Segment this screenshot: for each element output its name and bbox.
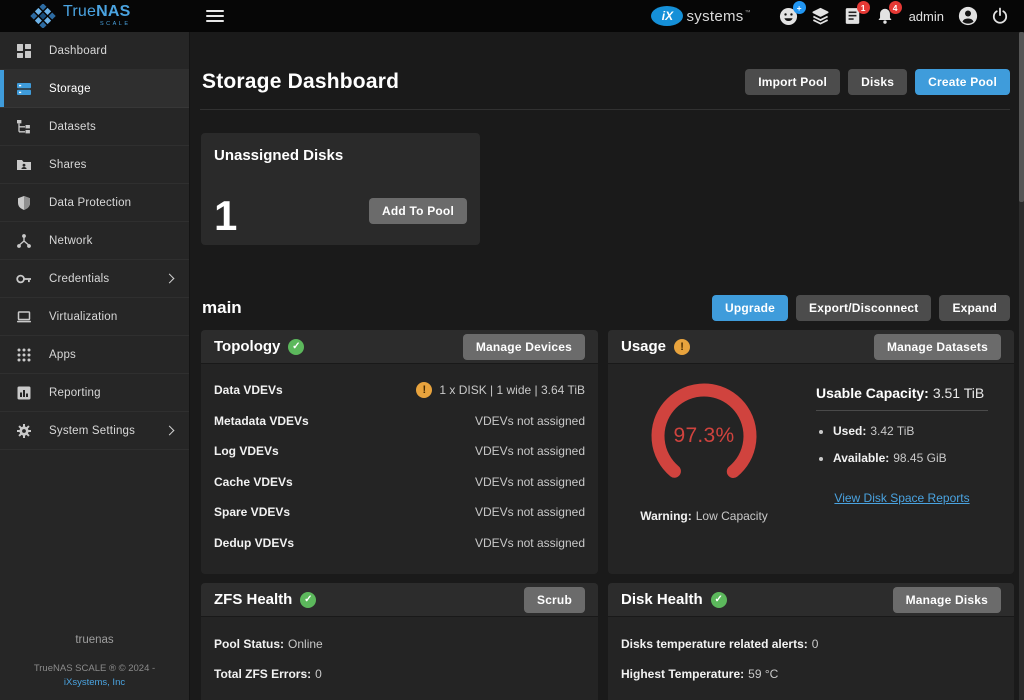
sidebar-item-reporting[interactable]: Reporting xyxy=(0,374,189,412)
topology-row-dedup-vdevs: Dedup VDEVsVDEVs not assigned xyxy=(201,528,598,559)
sidebar-item-dashboard[interactable]: Dashboard xyxy=(0,32,189,70)
topology-row-log-vdevs: Log VDEVsVDEVs not assigned xyxy=(201,436,598,467)
warning-circle-icon: ! xyxy=(674,339,690,355)
key-icon xyxy=(15,270,32,287)
truenas-logo-mark-icon xyxy=(30,4,56,28)
check-circle-icon: ✓ xyxy=(288,339,304,355)
sidebar-item-apps[interactable]: Apps xyxy=(0,336,189,374)
topology-row-metadata-vdevs: Metadata VDEVsVDEVs not assigned xyxy=(201,406,598,437)
sidebar-item-virtualization[interactable]: Virtualization xyxy=(0,298,189,336)
jobs-document-icon[interactable]: 1 xyxy=(843,6,863,26)
ix-logo-mark: iX xyxy=(651,6,683,26)
user-avatar-icon[interactable] xyxy=(958,6,978,26)
manage-disks-button[interactable]: Manage Disks xyxy=(893,587,1001,613)
used-capacity: Used:3.42 TiB xyxy=(833,424,988,438)
disk-health-title: Disk Health ✓ xyxy=(621,591,727,608)
chevron-right-icon xyxy=(165,426,175,436)
network-icon xyxy=(15,232,32,249)
scrub-button[interactable]: Scrub xyxy=(524,587,585,613)
temperature-alerts-row: Disks temperature related alerts:0 xyxy=(608,629,1014,659)
capacity-percent: 97.3% xyxy=(645,377,763,495)
datasets-icon xyxy=(15,118,32,135)
create-pool-button[interactable]: Create Pool xyxy=(915,69,1010,95)
capacity-gauge: 97.3% xyxy=(645,377,763,495)
check-circle-icon: ✓ xyxy=(300,592,316,608)
dashboard-icon xyxy=(15,42,32,59)
usage-card: Usage ! Manage Datasets 97.3% Warning:Lo… xyxy=(608,330,1014,574)
topology-row-spare-vdevs: Spare VDEVsVDEVs not assigned xyxy=(201,497,598,528)
upgrade-button[interactable]: Upgrade xyxy=(712,295,788,321)
topology-row-cache-vdevs: Cache VDEVsVDEVs not assigned xyxy=(201,467,598,498)
username-label: admin xyxy=(909,9,944,24)
warning-circle-icon: ! xyxy=(416,382,432,398)
shares-icon xyxy=(15,156,32,173)
unassigned-disks-count: 1 xyxy=(214,195,237,237)
top-bar: TrueNAS SCALE iX systems ™ + xyxy=(0,0,1024,32)
zfs-health-title: ZFS Health ✓ xyxy=(214,591,316,608)
copyright-label: TrueNAS SCALE ® © 2024 - xyxy=(0,662,189,676)
main-content: Storage Dashboard Import Pool Disks Crea… xyxy=(190,32,1024,700)
sidebar-item-storage[interactable]: Storage xyxy=(0,70,189,108)
unassigned-disks-title: Unassigned Disks xyxy=(214,147,467,164)
bell-icon[interactable]: 4 xyxy=(875,6,895,26)
power-icon[interactable] xyxy=(990,6,1010,26)
sidebar: Dashboard Storage Datasets xyxy=(0,32,190,700)
truenas-edition-label: SCALE xyxy=(100,22,131,28)
sidebar-item-shares[interactable]: Shares xyxy=(0,146,189,184)
view-disk-space-reports-link[interactable]: View Disk Space Reports xyxy=(834,491,969,505)
title-divider xyxy=(200,109,1010,110)
scrollbar[interactable] xyxy=(1019,32,1024,700)
sidebar-item-credentials[interactable]: Credentials xyxy=(0,260,189,298)
disks-button[interactable]: Disks xyxy=(848,69,907,95)
check-circle-icon: ✓ xyxy=(711,592,727,608)
laptop-icon xyxy=(15,308,32,325)
sidebar-item-network[interactable]: Network xyxy=(0,222,189,260)
truenas-logo-text: TrueNAS xyxy=(63,4,131,20)
sidebar-item-datasets[interactable]: Datasets xyxy=(0,108,189,146)
ix-logo-text: systems xyxy=(686,8,743,25)
available-capacity: Available:98.45 GiB xyxy=(833,451,988,465)
page-title: Storage Dashboard xyxy=(202,70,399,94)
feedback-smiley-icon[interactable]: + xyxy=(779,6,799,26)
truecommand-layers-icon[interactable] xyxy=(811,6,831,26)
chevron-right-icon xyxy=(165,274,175,284)
manage-datasets-button[interactable]: Manage Datasets xyxy=(874,334,1001,360)
hamburger-menu-icon[interactable] xyxy=(206,7,224,25)
ixsystems-link[interactable]: iXsystems, Inc xyxy=(0,676,189,690)
unassigned-disks-card: Unassigned Disks 1 Add To Pool xyxy=(201,133,480,245)
sidebar-item-system-settings[interactable]: System Settings xyxy=(0,412,189,450)
reporting-icon xyxy=(15,384,32,401)
zfs-errors-row: Total ZFS Errors:0 xyxy=(201,659,598,689)
manage-devices-button[interactable]: Manage Devices xyxy=(463,334,585,360)
ixsystems-logo: iX systems ™ xyxy=(651,6,750,26)
truenas-logo[interactable]: TrueNAS SCALE xyxy=(0,4,190,28)
disk-health-card: Disk Health ✓ Manage Disks Disks tempera… xyxy=(608,583,1014,700)
capacity-warning: Warning:Low Capacity xyxy=(640,509,768,523)
jobs-badge: 1 xyxy=(857,1,870,14)
storage-icon xyxy=(15,80,32,97)
sidebar-item-data-protection[interactable]: Data Protection xyxy=(0,184,189,222)
highest-temperature-row: Highest Temperature:59 °C xyxy=(608,659,1014,689)
zfs-health-card: ZFS Health ✓ Scrub Pool Status:Online To… xyxy=(201,583,598,700)
pool-name: main xyxy=(202,298,242,318)
usage-title: Usage ! xyxy=(621,338,690,355)
add-to-pool-button[interactable]: Add To Pool xyxy=(369,198,467,224)
usable-capacity: Usable Capacity:3.51 TiB xyxy=(816,385,988,411)
shield-icon xyxy=(15,194,32,211)
alerts-badge: 4 xyxy=(889,1,902,14)
gear-icon xyxy=(15,422,32,439)
export-disconnect-button[interactable]: Export/Disconnect xyxy=(796,295,931,321)
import-pool-button[interactable]: Import Pool xyxy=(745,69,840,95)
topology-title: Topology ✓ xyxy=(214,338,304,355)
pool-status-row: Pool Status:Online xyxy=(201,629,598,659)
feedback-badge: + xyxy=(793,1,806,14)
sidebar-footer: truenas TrueNAS SCALE ® © 2024 - iXsyste… xyxy=(0,632,189,690)
hostname-label: truenas xyxy=(0,632,189,649)
expand-button[interactable]: Expand xyxy=(939,295,1010,321)
apps-icon xyxy=(15,346,32,363)
topology-card: Topology ✓ Manage Devices Data VDEVs !1 … xyxy=(201,330,598,574)
topology-row-data-vdevs: Data VDEVs !1 x DISK | 1 wide | 3.64 TiB xyxy=(201,375,598,406)
